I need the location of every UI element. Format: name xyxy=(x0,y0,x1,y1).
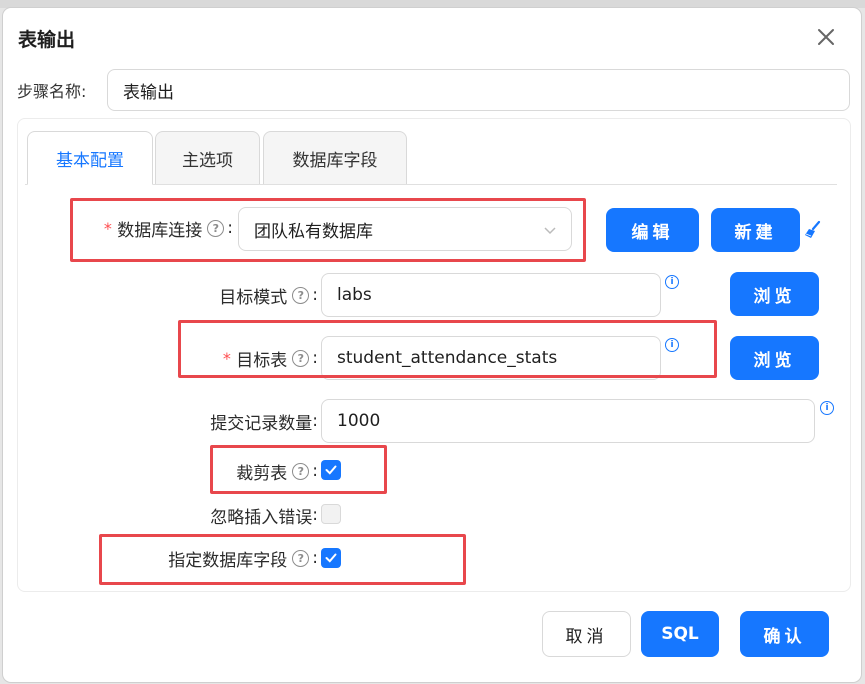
colon: : xyxy=(312,505,318,525)
new-button[interactable]: 新建 xyxy=(711,208,800,252)
tab-label: 数据库字段 xyxy=(292,150,378,171)
info-icon[interactable]: i xyxy=(665,275,679,289)
step-name-value: 表输出 xyxy=(123,82,174,103)
commit-size-value: 1000 xyxy=(337,411,381,431)
step-name-label: 步骤名称: xyxy=(17,82,87,101)
cancel-button[interactable]: 取消 xyxy=(542,611,631,657)
tab-main-options[interactable]: 主选项 xyxy=(155,131,260,185)
highlight-box-db-connection xyxy=(70,198,586,262)
edit-button[interactable]: 编辑 xyxy=(606,208,699,252)
colon: : xyxy=(312,411,318,431)
background-strip xyxy=(0,0,865,8)
ignore-errors-checkbox[interactable] xyxy=(321,504,341,524)
tab-label: 主选项 xyxy=(182,150,233,171)
broom-icon[interactable] xyxy=(803,220,823,244)
tab-label: 基本配置 xyxy=(56,150,124,171)
table-output-dialog: 表输出 步骤名称: 表输出 基本配置 主选项 数据库字段 * 数据库连接 ? :… xyxy=(3,8,861,682)
ignore-errors-label: 忽略插入错误 : xyxy=(153,502,318,528)
close-icon[interactable] xyxy=(815,26,837,48)
highlight-box-truncate xyxy=(210,445,387,494)
tab-db-fields[interactable]: 数据库字段 xyxy=(263,131,407,185)
highlight-box-target-table xyxy=(178,320,717,378)
tab-basic-config[interactable]: 基本配置 xyxy=(27,131,153,185)
target-schema-input[interactable]: labs xyxy=(321,273,661,317)
commit-size-label: 提交记录数量 : xyxy=(153,408,318,434)
commit-size-input[interactable]: 1000 xyxy=(321,399,815,443)
confirm-button[interactable]: 确认 xyxy=(740,611,829,657)
dialog-title: 表输出 xyxy=(18,29,76,51)
browse-table-button[interactable]: 浏览 xyxy=(730,336,819,380)
commit-size-text: 提交记录数量 xyxy=(210,413,313,434)
colon: : xyxy=(312,285,318,305)
step-name-input[interactable]: 表输出 xyxy=(107,69,850,111)
sql-button[interactable]: SQL xyxy=(641,611,719,657)
target-schema-label: 目标模式 ? : xyxy=(153,282,318,308)
target-schema-text: 目标模式 xyxy=(219,287,288,308)
browse-schema-button[interactable]: 浏览 xyxy=(730,272,819,316)
info-icon[interactable]: i xyxy=(820,401,834,415)
target-schema-value: labs xyxy=(337,285,372,305)
ignore-errors-text: 忽略插入错误 xyxy=(210,507,313,528)
help-icon[interactable]: ? xyxy=(292,286,310,304)
highlight-box-specify-fields xyxy=(99,534,466,585)
